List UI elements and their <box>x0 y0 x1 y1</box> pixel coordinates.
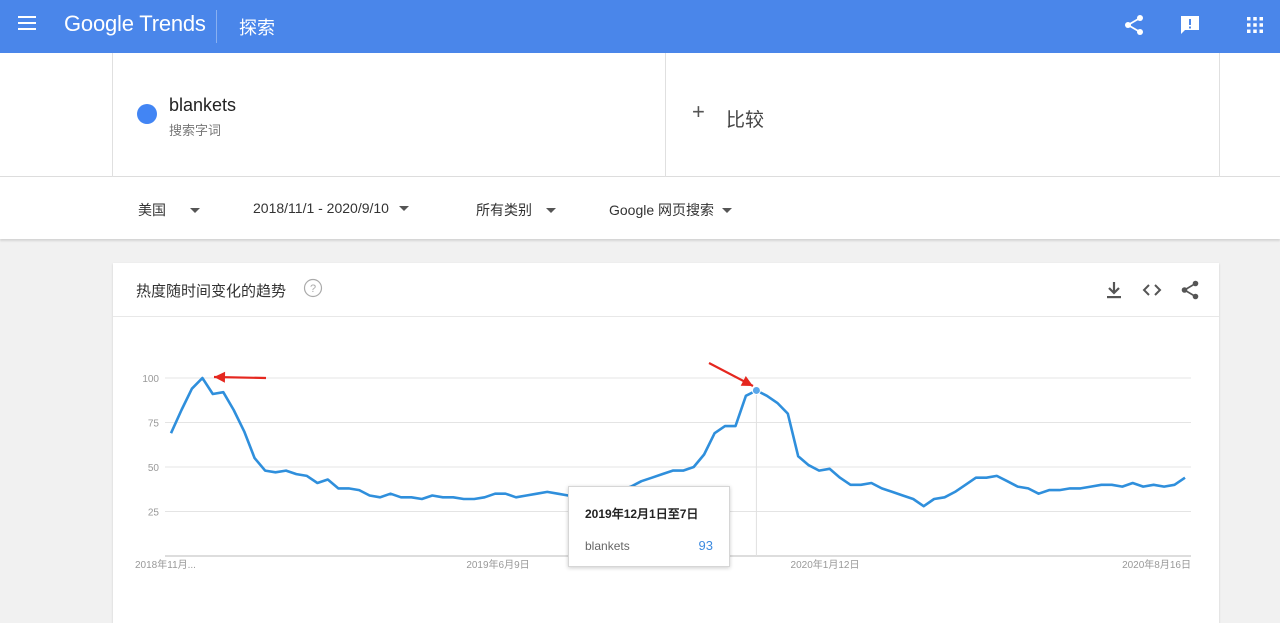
category-value: 所有类别 <box>476 202 532 218</box>
y-tick-label: 100 <box>142 374 159 385</box>
tooltip-series-name: blankets <box>585 539 630 553</box>
highlight-point[interactable] <box>751 385 761 395</box>
search-term-card[interactable]: blankets 搜索字词 <box>112 53 666 177</box>
term-name: blankets <box>169 95 237 115</box>
embed-icon[interactable] <box>1141 279 1163 301</box>
chevron-down-icon <box>722 207 733 213</box>
chevron-down-icon <box>190 207 200 213</box>
y-tick-label: 50 <box>148 463 160 474</box>
interest-over-time-card: 100 75 50 25 2018年11月... 2019年6月9日 2020年1月12日 2… <box>113 263 1219 623</box>
tooltip-value: 93 <box>698 538 713 553</box>
x-tick-label: 2018年11月... <box>135 558 196 571</box>
app-header: Google Trends 探索 <box>0 0 1280 53</box>
interest-line-chart[interactable]: 100 75 50 25 2018年11月... 2019年6月9日 2020年1月12日 2… <box>113 263 1219 623</box>
header-divider <box>216 10 217 43</box>
google-trends-logo[interactable]: Google Trends <box>64 11 206 37</box>
search-type-dropdown[interactable]: Google 网页搜索 <box>609 200 733 220</box>
search-terms-panel: blankets 搜索字词 + 比较 <box>0 53 1280 177</box>
region-dropdown[interactable]: 美国 <box>138 200 200 220</box>
share-icon[interactable] <box>1179 279 1201 301</box>
feedback-icon[interactable] <box>1178 13 1202 37</box>
plus-icon: + <box>692 99 705 124</box>
menu-icon[interactable] <box>18 16 36 30</box>
y-tick-label: 25 <box>148 508 160 519</box>
region-value: 美国 <box>138 202 166 218</box>
x-tick-label: 2020年8月16日 <box>1122 558 1191 571</box>
category-dropdown[interactable]: 所有类别 <box>476 200 556 220</box>
svg-text:?: ? <box>310 283 316 295</box>
filter-bar: 美国 2018/11/1 - 2020/9/10 所有类别 Google 网页搜… <box>0 177 1280 239</box>
card-title: 热度随时间变化的趋势 <box>136 283 287 300</box>
term-color-dot <box>137 104 157 124</box>
date-range-dropdown[interactable]: 2018/11/1 - 2020/9/10 <box>253 200 409 216</box>
compare-button[interactable]: + 比较 <box>666 53 1220 177</box>
term-type: 搜索字词 <box>169 123 222 138</box>
page-title: 探索 <box>239 18 275 38</box>
tooltip-date: 2019年12月1日至7日 <box>585 507 699 521</box>
chevron-down-icon <box>546 207 556 213</box>
apps-icon[interactable] <box>1243 13 1267 37</box>
share-icon[interactable] <box>1122 13 1146 37</box>
download-icon[interactable] <box>1103 279 1125 301</box>
y-tick-label: 75 <box>148 419 160 430</box>
search-type-value: Google 网页搜索 <box>609 202 715 218</box>
annotation-arrow-left-head <box>214 371 226 383</box>
x-tick-label: 2019年6月9日 <box>466 558 529 571</box>
chevron-down-icon <box>398 205 409 211</box>
date-range-value: 2018/11/1 - 2020/9/10 <box>253 200 389 216</box>
help-icon[interactable]: ? <box>303 278 323 298</box>
x-tick-label: 2020年1月12日 <box>791 558 860 571</box>
compare-label: 比较 <box>726 110 765 131</box>
card-divider <box>113 316 1219 317</box>
chart-tooltip: 2019年12月1日至7日 blankets 93 <box>568 486 730 567</box>
